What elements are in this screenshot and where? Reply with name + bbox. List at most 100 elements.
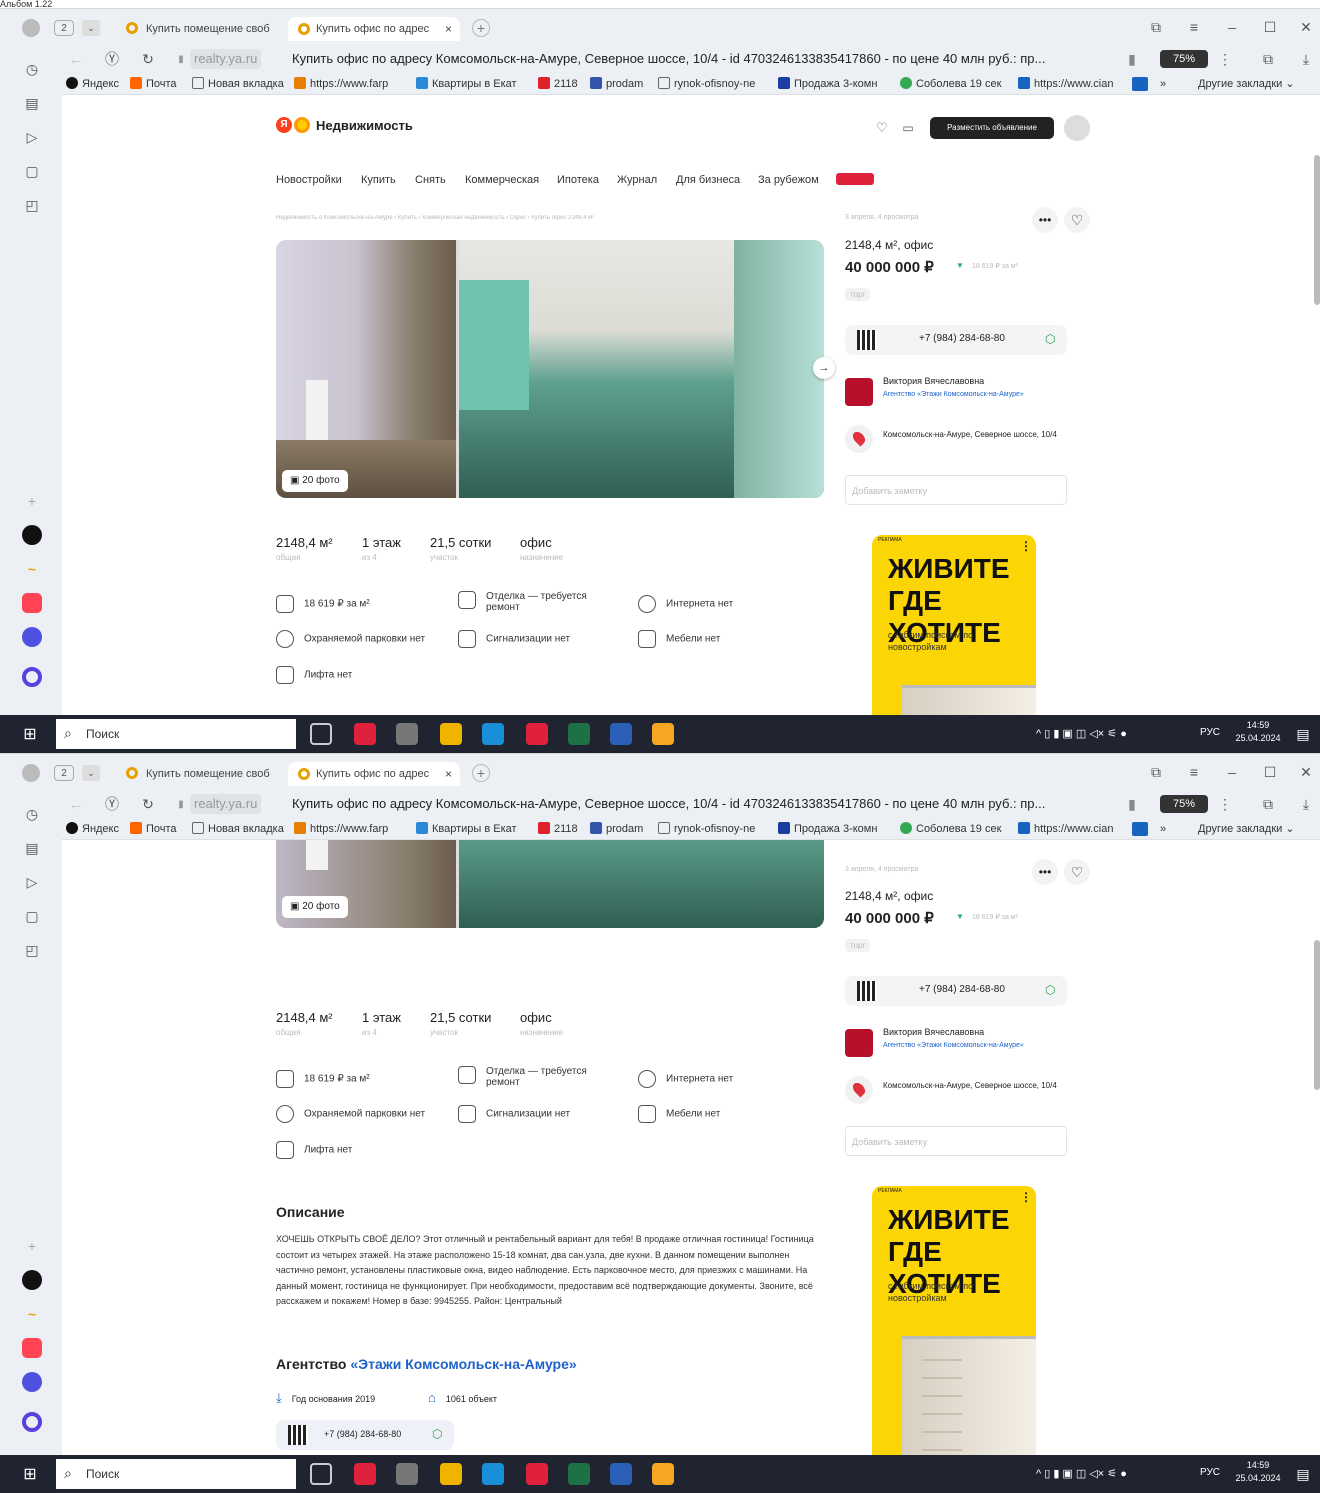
taskbar-search[interactable]: ⌕ Поиск xyxy=(56,1459,296,1489)
bookmark-item[interactable]: https://www.cian xyxy=(1018,77,1122,91)
collections-icon[interactable]: ⧉ xyxy=(1146,17,1166,37)
play-icon[interactable]: ▷ xyxy=(22,127,42,147)
bookmark-item[interactable]: Яндекс xyxy=(66,822,119,836)
agent-name[interactable]: Виктория Вячеславовна xyxy=(883,1027,984,1037)
yandex-icon[interactable]: Ⓨ xyxy=(102,49,122,69)
play-icon[interactable]: ▷ xyxy=(22,872,42,892)
word-icon[interactable] xyxy=(610,1463,632,1485)
bookmark-item[interactable]: 2118 xyxy=(538,77,578,91)
photo-hall[interactable] xyxy=(459,240,824,498)
clock[interactable]: 14:59 25.04.2024 xyxy=(1232,1459,1284,1485)
photo-corridor[interactable] xyxy=(276,240,456,498)
collections-icon[interactable]: ⧉ xyxy=(1146,762,1166,782)
favorite-icon[interactable]: ♡ xyxy=(1064,207,1090,233)
app-taskbar-icon[interactable] xyxy=(396,723,418,745)
bookmark-item[interactable]: rynok-ofisnoy-ne xyxy=(658,822,768,836)
url-field[interactable]: ▮ realty.ya.ru Купить офис по адресу Ком… xyxy=(172,49,1142,69)
other-bookmarks[interactable]: Другие закладки ⌄ xyxy=(1198,77,1295,91)
extensions-icon[interactable]: ⧉ xyxy=(1258,49,1278,69)
yandex-icon[interactable]: Ⓨ xyxy=(102,794,122,814)
new-tab-button[interactable]: + xyxy=(472,19,490,37)
scrollbar[interactable] xyxy=(1314,940,1320,1090)
tray-icons[interactable]: ^ ▯ ▮ ▣ ◫ ◁× ⚟ ● xyxy=(1036,1467,1127,1480)
phone-block[interactable]: +7 (984) 284-68-80 ⬡ xyxy=(845,976,1067,1006)
tab-2[interactable]: Купить офис по адрес × xyxy=(288,762,460,786)
notifications-icon[interactable]: ▤ xyxy=(1294,1465,1312,1483)
post-ad-button[interactable]: Разместить объявление xyxy=(930,117,1054,139)
excel-icon[interactable] xyxy=(568,1463,590,1485)
bookmark-item[interactable]: prodam xyxy=(590,822,643,836)
app-icon[interactable] xyxy=(22,1270,42,1290)
bookmark-item[interactable]: https://www.farp xyxy=(294,822,404,836)
heart-icon[interactable]: ♡ xyxy=(874,120,890,136)
bookmark-item[interactable]: prodam xyxy=(590,77,643,91)
app-icon[interactable] xyxy=(22,525,42,545)
bookmark-item[interactable]: Продажа 3-комн xyxy=(778,77,888,91)
avatar[interactable] xyxy=(1064,115,1090,141)
language-indicator[interactable]: РУС xyxy=(1200,1467,1220,1478)
bookmark-item[interactable]: https://www.farp xyxy=(294,77,404,91)
bookmark-item[interactable]: Почта xyxy=(130,77,177,91)
language-indicator[interactable]: РУС xyxy=(1200,727,1220,738)
chat-icon[interactable]: ▭ xyxy=(900,120,916,136)
tabs-icon[interactable]: ▢ xyxy=(22,161,42,181)
url-field[interactable]: ▮ realty.ya.ru Купить офис по адресу Ком… xyxy=(172,794,1142,814)
qr-icon[interactable] xyxy=(857,330,877,350)
close-window-icon[interactable]: ✕ xyxy=(1296,762,1316,782)
extensions-icon[interactable]: ⧉ xyxy=(1258,794,1278,814)
note-input[interactable]: Добавить заметку xyxy=(845,475,1067,505)
bookmark-item[interactable]: https://www.cian xyxy=(1018,822,1122,836)
address[interactable]: Комсомольск-на-Амуре, Северное шоссе, 10… xyxy=(883,1080,1065,1091)
qr-icon[interactable] xyxy=(857,981,877,1001)
screenshot-icon[interactable]: ◰ xyxy=(22,195,42,215)
nav-item[interactable]: Купить xyxy=(361,174,396,186)
windows-start-icon[interactable]: ⊞ xyxy=(20,724,40,744)
close-icon[interactable]: × xyxy=(445,17,452,41)
notifications-icon[interactable]: ▤ xyxy=(1294,725,1312,743)
advertisement[interactable]: РЕКЛАМА ⋮ ЖИВИТЕ ГДЕ ХОТИТЕ с гибким пои… xyxy=(872,1186,1036,1455)
app-taskbar-icon[interactable] xyxy=(652,1463,674,1485)
profile-icon[interactable] xyxy=(22,764,40,782)
clock[interactable]: 14:59 25.04.2024 xyxy=(1232,719,1284,745)
screenshot-icon[interactable]: ◰ xyxy=(22,940,42,960)
bookmark-icon[interactable]: ▮ xyxy=(1122,794,1142,814)
nav-item[interactable]: Снять xyxy=(415,174,446,186)
alice-icon[interactable] xyxy=(22,667,42,687)
map-pin-icon[interactable] xyxy=(845,425,873,453)
reload-icon[interactable]: ↻ xyxy=(138,794,158,814)
nav-item[interactable]: За рубежом xyxy=(758,174,819,186)
note-input[interactable]: Добавить заметку xyxy=(845,1126,1067,1156)
minimize-icon[interactable]: – xyxy=(1222,762,1242,782)
bookmarks-more[interactable]: » xyxy=(1160,77,1166,91)
favorite-icon[interactable]: ♡ xyxy=(1064,859,1090,885)
zoom-badge[interactable]: 75% xyxy=(1160,795,1208,813)
bookmark-item[interactable]: Новая вкладка xyxy=(192,77,284,91)
excel-icon[interactable] xyxy=(568,723,590,745)
qr-icon[interactable] xyxy=(288,1425,308,1445)
agent-agency-link[interactable]: Агентство «Этажи Комсомольск-на-Амуре» xyxy=(883,390,1043,400)
bookmark-item[interactable]: Почта xyxy=(130,822,177,836)
bookmark-item[interactable]: Соболева 19 сек xyxy=(900,822,1006,836)
edge-icon[interactable] xyxy=(482,1463,504,1485)
agency-logo[interactable] xyxy=(845,378,873,406)
next-photo-button[interactable]: → xyxy=(813,357,835,379)
photo-count-badge[interactable]: ▣ 20 фото xyxy=(282,470,348,492)
word-icon[interactable] xyxy=(610,723,632,745)
bookmark-item[interactable]: Яндекс xyxy=(66,77,119,91)
map-pin-icon[interactable] xyxy=(845,1076,873,1104)
photo-gallery[interactable]: ▣ 20 фото xyxy=(276,840,824,928)
app-taskbar-icon[interactable] xyxy=(396,1463,418,1485)
messenger-icon[interactable] xyxy=(22,627,42,647)
yandex-icon[interactable] xyxy=(526,723,548,745)
maximize-icon[interactable]: ☐ xyxy=(1260,17,1280,37)
other-bookmarks[interactable]: Другие закладки ⌄ xyxy=(1198,822,1295,836)
tab-2[interactable]: Купить офис по адрес × xyxy=(288,17,460,41)
bookmarks-more[interactable]: » xyxy=(1160,822,1166,836)
menu-icon[interactable]: ≡ xyxy=(1184,762,1204,782)
agency-phone-number[interactable]: +7 (984) 284-68-80 xyxy=(324,1429,401,1439)
history-icon[interactable]: ◷ xyxy=(22,804,42,824)
alice-icon[interactable] xyxy=(22,1412,42,1432)
agency-phone-block[interactable]: +7 (984) 284-68-80 ⬡ xyxy=(276,1420,454,1450)
breadcrumb[interactable]: Недвижимость в Комсомольске-на-Амуре › К… xyxy=(276,215,716,221)
more-options-icon[interactable]: ••• xyxy=(1032,859,1058,885)
